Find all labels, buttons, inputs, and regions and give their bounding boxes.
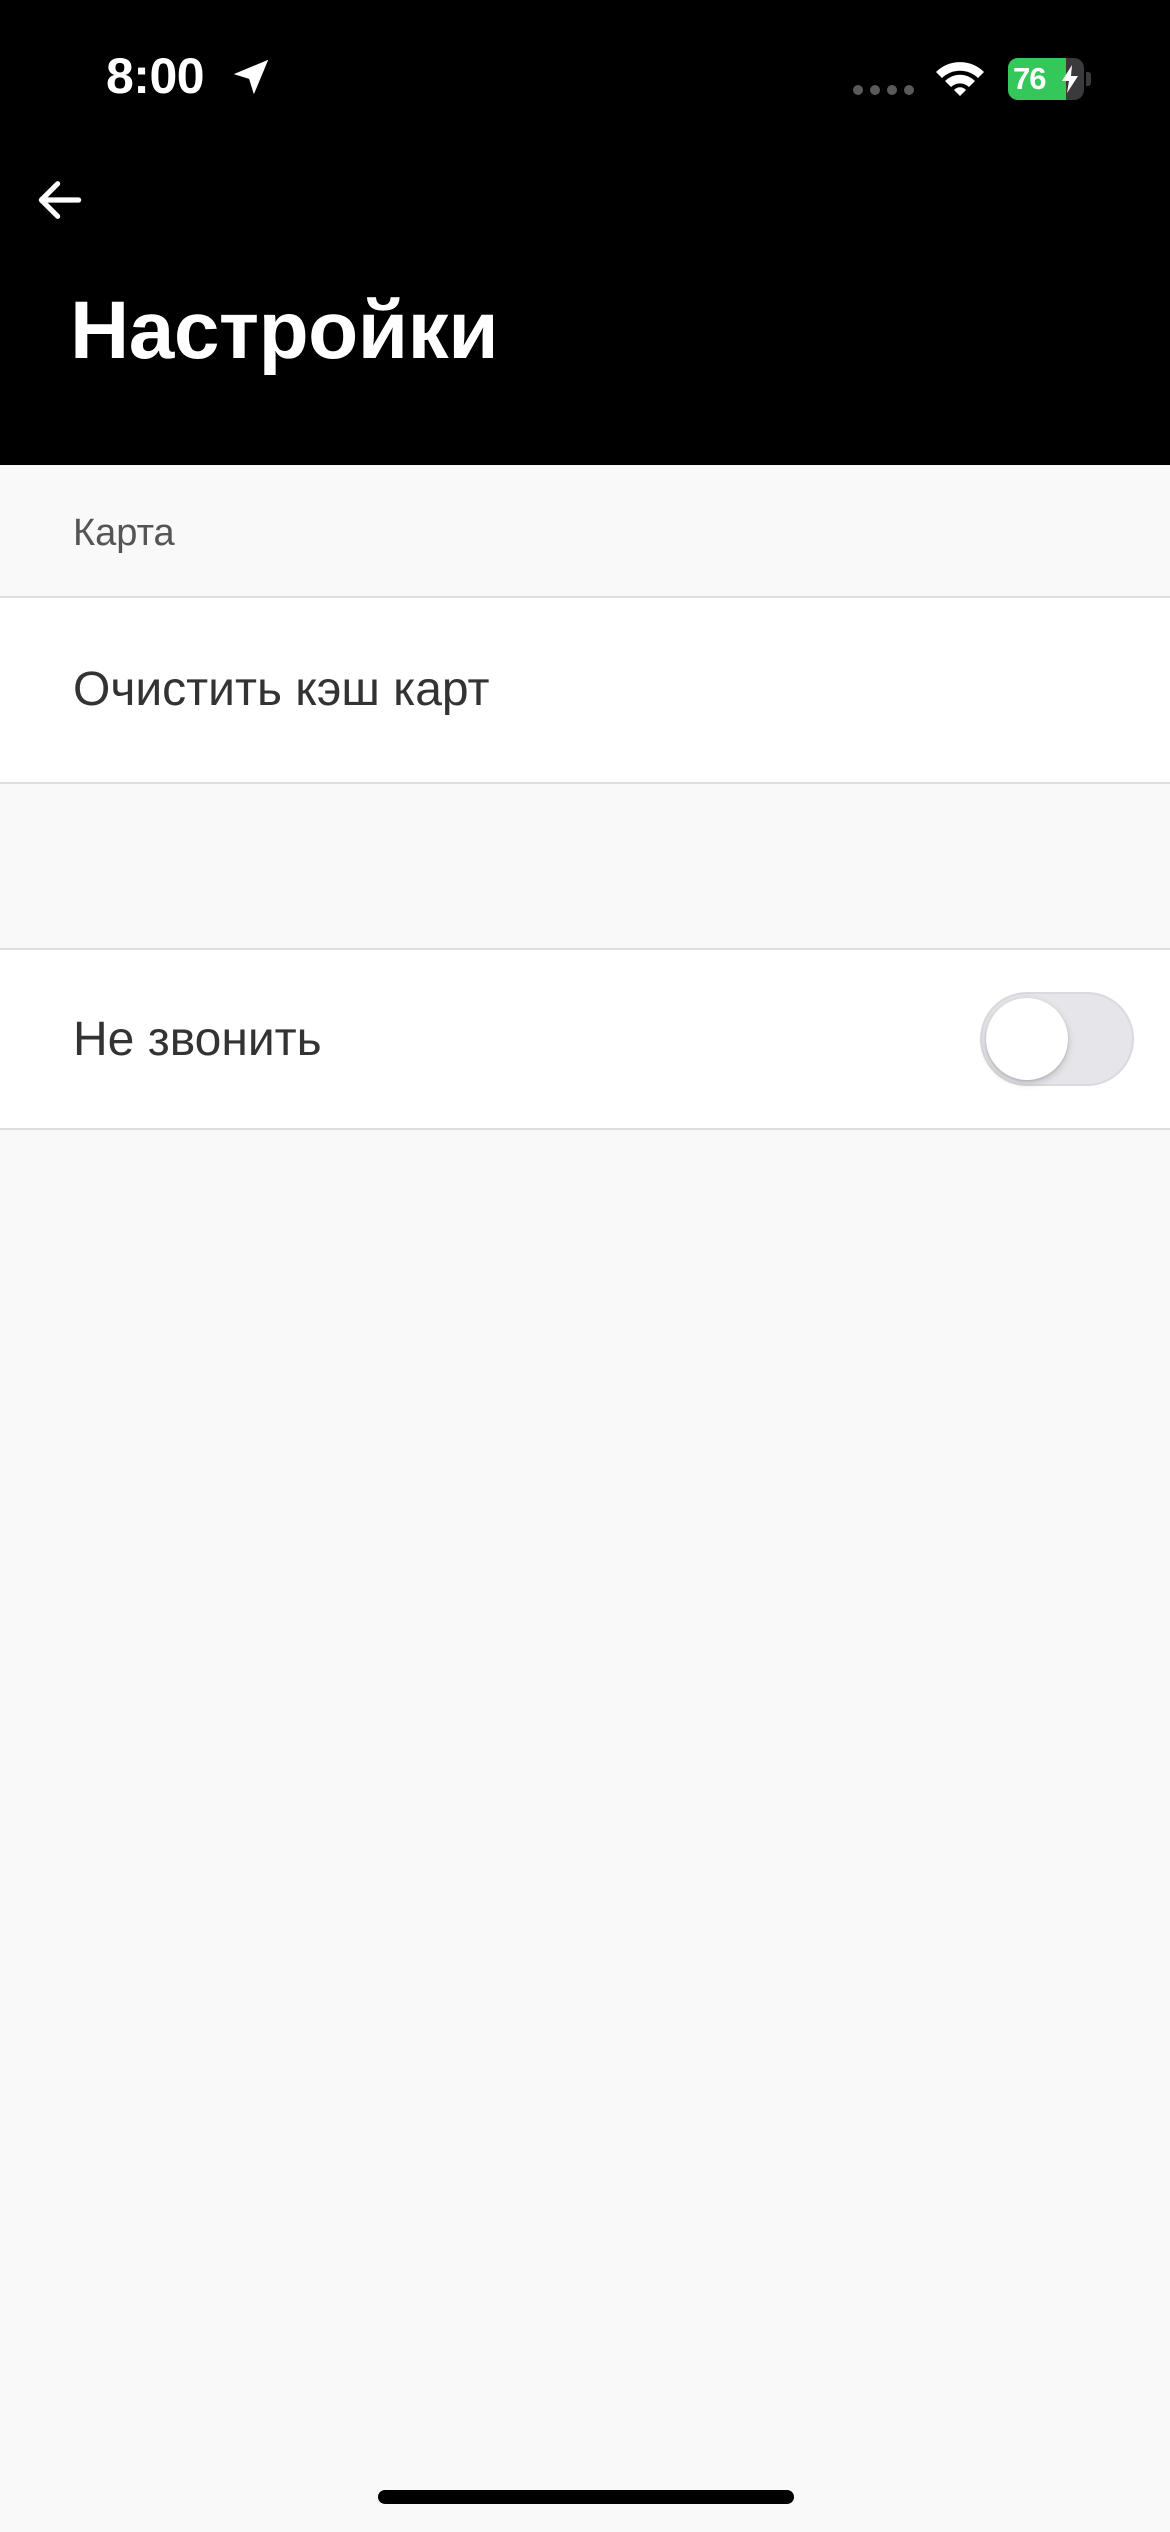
section-header-map: Карта <box>0 465 1170 598</box>
do-not-call-row: Не звонить <box>0 950 1170 1130</box>
section-header-label: Карта <box>73 512 175 554</box>
battery-cap <box>1086 72 1091 86</box>
battery-body: 76 <box>1008 58 1084 100</box>
settings-screen: 8:00 76 Настройки Карта Очистить кэш кар… <box>0 0 1170 2532</box>
back-button[interactable] <box>24 164 96 236</box>
arrow-left-icon <box>38 181 82 219</box>
do-not-call-label: Не звонить <box>73 1013 322 1066</box>
do-not-call-toggle[interactable] <box>980 992 1134 1086</box>
clear-map-cache-label: Очистить кэш карт <box>73 663 490 716</box>
location-arrow-icon <box>233 59 269 95</box>
home-indicator <box>378 2490 794 2504</box>
status-time: 8:00 <box>106 48 205 104</box>
header: 8:00 76 Настройки <box>0 0 1170 465</box>
wifi-icon <box>936 62 984 96</box>
battery-indicator: 76 <box>1008 58 1092 100</box>
section-spacer <box>0 784 1170 950</box>
bolt-icon <box>1062 65 1078 93</box>
cellular-signal-icon <box>853 85 914 95</box>
clear-map-cache-button[interactable]: Очистить кэш карт <box>0 598 1170 784</box>
battery-level: 76 <box>1013 61 1046 96</box>
page-title: Настройки <box>70 285 499 376</box>
toggle-knob <box>986 998 1068 1080</box>
